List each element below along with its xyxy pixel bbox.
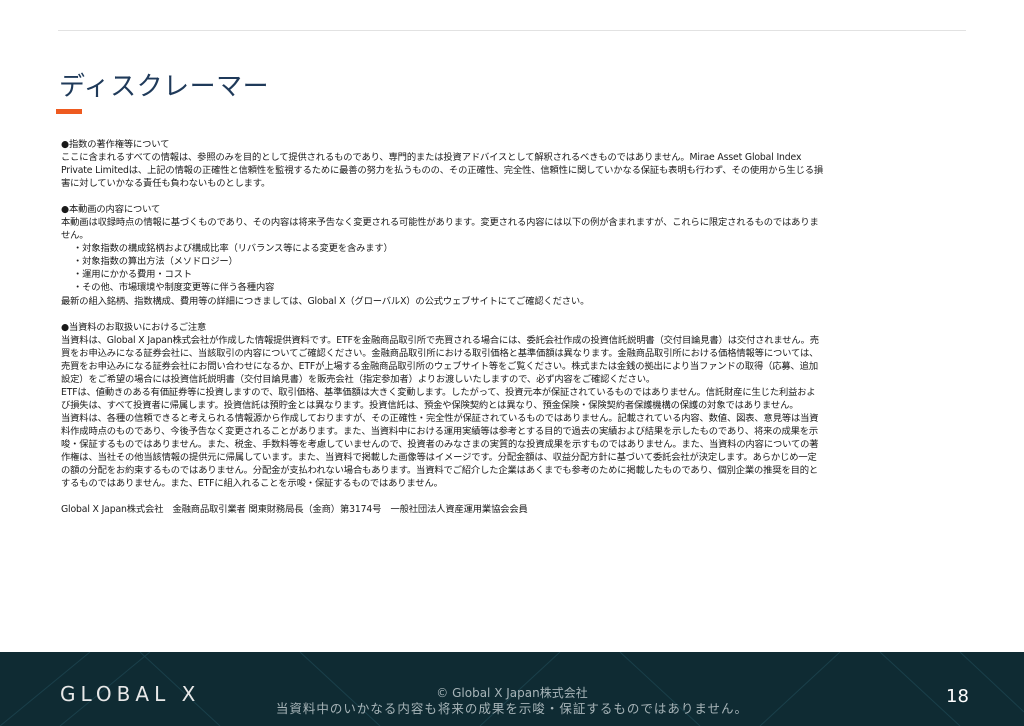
body-line: 売買をお申込みになる証券会社にお問い合わせになるか、ETFが上場する金融商品取引… (61, 360, 818, 372)
body-line: 当資料は、Global X Japan株式会社が作成した情報提供資料です。ETF… (61, 334, 819, 346)
body-line: 最新の組入銘柄、指数構成、費用等の詳細につきましては、Global X（グローバ… (61, 295, 590, 307)
body-line: Private Limitedは、上記の情報の正確性と信頼性を監視するために最善… (61, 165, 824, 177)
section-handling-notes: ●当資料のお取扱いにおけるご注意 当資料は、Global X Japan株式会社… (61, 321, 973, 491)
section-video-content: ●本動画の内容について 本動画は収録時点の情報に基づくものであり、その内容は将来… (61, 203, 973, 307)
bullet-item: ・その他、市場環境や制度変更等に伴う各種内容 (73, 282, 275, 294)
bullet-item: ・対象指数の構成銘柄および構成比率（リバランス等による変更を含みます） (73, 243, 393, 255)
body-line: ETFは、値動きのある有価証券等に投資しますので、取引価格、基準価額は大きく変動… (61, 386, 816, 398)
bullet-item: ・運用にかかる費用・コスト (73, 269, 192, 281)
page-title: ディスクレーマー (59, 72, 270, 102)
body-line: 設定）をご希望の場合には投資信託説明書（交付目論見書）を販売会社（指定参加者）よ… (61, 373, 655, 385)
top-divider (58, 30, 966, 31)
disclaimer-content: ●指数の著作権等について ここに含まれるすべての情報は、参照のみを目的として提供… (61, 138, 973, 516)
title-accent-bar (56, 109, 82, 114)
body-line: 料作成時点のものであり、今後予告なく変更されることがあります。また、当資料中にお… (61, 425, 819, 437)
section-heading: ●当資料のお取扱いにおけるご注意 (61, 321, 207, 333)
section-heading: ●指数の著作権等について (61, 139, 170, 150)
body-line: するものではありません。また、ETFに組入れることを示唆・保証するものではありま… (61, 478, 443, 490)
body-line: 唆・保証するものではありません。また、税金、手数料等を考慮していませんので、投資… (61, 438, 819, 450)
body-line: 作権は、当社その他当該情報の提供元に帰属しています。また、当資料で掲載した画像等… (61, 452, 817, 464)
body-line: の額の分配をお約束するものではありません。分配金が支払われない場合もあります。当… (61, 465, 819, 477)
body-line: せん。 (61, 230, 89, 242)
body-line: 本動画は収録時点の情報に基づくものであり、その内容は将来予告なく変更される可能性… (61, 217, 819, 229)
footer-disclaimer: 当資料中のいかなる内容も将来の成果を示唆・保証するものではありません。 (275, 701, 749, 716)
body-line: 買をお申込みになる証券会社に、当該取引の内容についてご確認ください。金融商品取引… (61, 347, 819, 359)
registration-info: Global X Japan株式会社 金融商品取引業者 関東財務局長（金商）第3… (61, 504, 528, 516)
body-line: び損失は、すべて投資者に帰属します。投資信託は預貯金とは異なります。投資信託は、… (61, 399, 799, 411)
body-line: 害に対していかなる責任も負わないものとします。 (61, 178, 271, 190)
body-line: 当資料は、各種の信頼できると考えられる情報源から作成しておりますが、その正確性・… (61, 412, 819, 424)
body-line: ここに含まれるすべての情報は、参照のみを目的として提供されるものであり、専門的ま… (61, 152, 802, 164)
bullet-item: ・対象指数の算出方法（メソドロジー） (73, 256, 238, 268)
section-index-copyright: ●指数の著作権等について ここに含まれるすべての情報は、参照のみを目的として提供… (61, 138, 973, 190)
page-number: 18 (946, 686, 969, 707)
section-heading: ●本動画の内容について (61, 204, 161, 216)
